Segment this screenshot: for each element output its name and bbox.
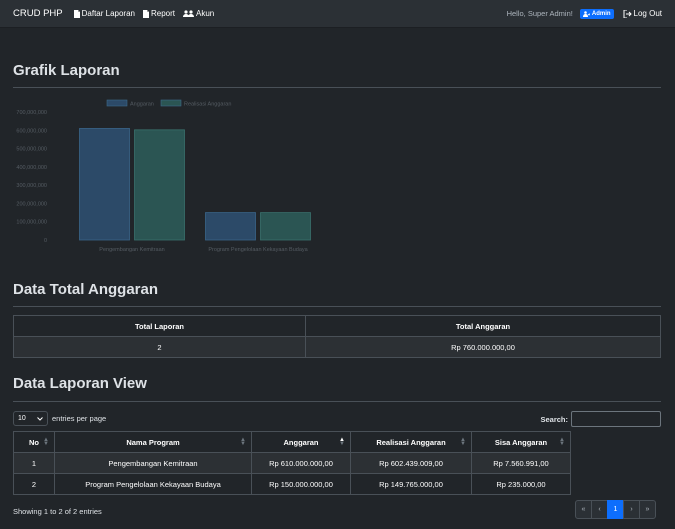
table-info: Showing 1 to 2 of 2 entries bbox=[13, 507, 102, 516]
nav-right: Hello, Super Admin! Admin Log Out bbox=[506, 8, 662, 19]
table-row[interactable]: 1 Pengembangan Kemitraan Rp 610.000.000,… bbox=[13, 452, 571, 474]
y-tick-label: 200,000,000 bbox=[16, 201, 47, 207]
nav-daftar-laporan-label: Daftar Laporan bbox=[81, 9, 135, 18]
chart-title: Grafik Laporan bbox=[13, 62, 120, 79]
cell-anggaran: Rp 610.000.000,00 bbox=[251, 452, 351, 474]
pager-last[interactable]: » bbox=[639, 500, 656, 519]
cell-anggaran: Rp 150.000.000,00 bbox=[251, 473, 351, 495]
cell-nama-program: Program Pengelolaan Kekayaan Budaya bbox=[54, 473, 252, 495]
role-badge: Admin bbox=[579, 8, 614, 19]
column-label: Anggaran bbox=[283, 437, 319, 447]
sort-icon: ▲ ▼ bbox=[240, 437, 246, 447]
role-badge-label: Admin bbox=[591, 10, 611, 17]
bar bbox=[260, 212, 311, 241]
cell-sisa: Rp 7.560.991,00 bbox=[471, 452, 571, 474]
total-anggaran-value: Rp 760.000.000,00 bbox=[305, 336, 661, 358]
cell-no: 2 bbox=[13, 473, 55, 495]
column-label: Sisa Anggaran bbox=[494, 437, 548, 447]
legend-swatch bbox=[160, 99, 182, 107]
cell-no: 1 bbox=[13, 452, 55, 474]
search-label: Search: bbox=[540, 414, 568, 424]
cell-nama-program: Pengembangan Kemitraan bbox=[54, 452, 252, 474]
page-size-select[interactable]: 10 bbox=[13, 411, 48, 426]
entries-label: entries per page bbox=[52, 414, 107, 423]
column-header-anggaran[interactable]: Anggaran ▲ ▼ bbox=[251, 431, 351, 453]
bar-chart: 0 100,000,000 200,000,000 300,000,000 400,00… bbox=[13, 98, 323, 258]
divider bbox=[13, 401, 661, 402]
chart-svg: 0 100,000,000 200,000,000 300,000,000 400,00… bbox=[16, 99, 311, 253]
nav-daftar-laporan[interactable]: Daftar Laporan bbox=[73, 9, 135, 18]
cell-realisasi: Rp 149.765.000,00 bbox=[350, 473, 472, 495]
user-icon bbox=[582, 10, 590, 17]
y-tick-label: 400,000,000 bbox=[16, 165, 47, 171]
legend-label: Anggaran bbox=[130, 102, 154, 108]
brand[interactable]: CRUD PHP bbox=[13, 8, 63, 19]
pager-prev[interactable]: ‹ bbox=[591, 500, 608, 519]
divider bbox=[13, 87, 661, 88]
nav-akun[interactable]: Akun bbox=[183, 9, 214, 18]
document-icon bbox=[143, 9, 149, 18]
column-header-no[interactable]: No ▲ ▼ bbox=[13, 431, 55, 453]
entries-control: 10 entries per page bbox=[13, 411, 106, 426]
pagination: « ‹ 1 › » bbox=[575, 500, 656, 519]
y-tick-label: 0 bbox=[44, 238, 47, 244]
total-laporan-value: 2 bbox=[13, 336, 306, 358]
search-control: Search: bbox=[540, 411, 661, 427]
nav-report-label: Report bbox=[151, 9, 176, 18]
pager-first[interactable]: « bbox=[575, 500, 592, 519]
column-label: Nama Program bbox=[126, 437, 180, 447]
cell-sisa: Rp 235.000,00 bbox=[471, 473, 571, 495]
header-total-laporan: Total Laporan bbox=[13, 315, 306, 337]
sort-icon: ▲ ▼ bbox=[460, 437, 466, 447]
legend-label: Realisasi Anggaran bbox=[184, 102, 231, 108]
column-label: No bbox=[29, 437, 39, 447]
logout-icon bbox=[623, 9, 632, 18]
divider bbox=[13, 306, 661, 307]
header-total-anggaran: Total Anggaran bbox=[305, 315, 661, 337]
greeting: Hello, Super Admin! bbox=[506, 9, 573, 18]
bar bbox=[134, 129, 185, 241]
total-title: Data Total Anggaran bbox=[13, 281, 159, 298]
column-header-sisa[interactable]: Sisa Anggaran ▲ ▼ bbox=[471, 431, 571, 453]
column-header-realisasi[interactable]: Realisasi Anggaran ▲ ▼ bbox=[350, 431, 472, 453]
navbar: CRUD PHP Daftar Laporan Report Akun Hell… bbox=[0, 0, 675, 28]
nav-report[interactable]: Report bbox=[143, 9, 175, 18]
cell-realisasi: Rp 602.439.009,00 bbox=[350, 452, 472, 474]
y-tick-label: 600,000,000 bbox=[16, 128, 47, 134]
sort-icon: ▲ ▼ bbox=[559, 437, 565, 447]
search-input[interactable] bbox=[571, 411, 661, 427]
y-tick-label: 500,000,000 bbox=[16, 147, 47, 153]
total-table: Total Laporan Total Anggaran 2 Rp 760.00… bbox=[13, 315, 661, 358]
column-label: Realisasi Anggaran bbox=[376, 437, 446, 447]
nav-akun-label: Akun bbox=[196, 9, 215, 18]
laporan-table: No ▲ ▼ Nama Program ▲ ▼ Anggaran ▲ ▼ Realisasi… bbox=[13, 431, 571, 495]
table-row[interactable]: 2 Program Pengelolaan Kekayaan Budaya Rp… bbox=[13, 473, 571, 495]
document-icon bbox=[73, 9, 80, 18]
logout-button[interactable]: Log Out bbox=[623, 9, 662, 18]
page-size-value: 10 bbox=[18, 415, 26, 422]
y-tick-label: 300,000,000 bbox=[16, 183, 47, 189]
users-icon bbox=[183, 9, 195, 17]
x-tick-label: Pengembangan Kemitraan bbox=[99, 247, 164, 253]
view-title: Data Laporan View bbox=[13, 375, 147, 392]
sort-icon: ▲ ▼ bbox=[43, 437, 49, 447]
legend-swatch bbox=[106, 99, 128, 107]
y-tick-label: 700,000,000 bbox=[16, 110, 47, 116]
sort-asc-icon: ▲ ▼ bbox=[339, 437, 345, 447]
logout-label: Log Out bbox=[633, 9, 662, 18]
x-tick-label: Program Pengelolaan Kekayaan Budaya bbox=[208, 247, 308, 253]
chevron-down-icon bbox=[37, 416, 43, 421]
bar bbox=[79, 128, 130, 241]
pager-next[interactable]: › bbox=[623, 500, 640, 519]
pager-page-1[interactable]: 1 bbox=[607, 500, 624, 519]
bar bbox=[205, 212, 256, 241]
column-header-nama-program[interactable]: Nama Program ▲ ▼ bbox=[54, 431, 252, 453]
table-row: 2 Rp 760.000.000,00 bbox=[13, 336, 661, 358]
y-tick-label: 100,000,000 bbox=[16, 220, 47, 226]
